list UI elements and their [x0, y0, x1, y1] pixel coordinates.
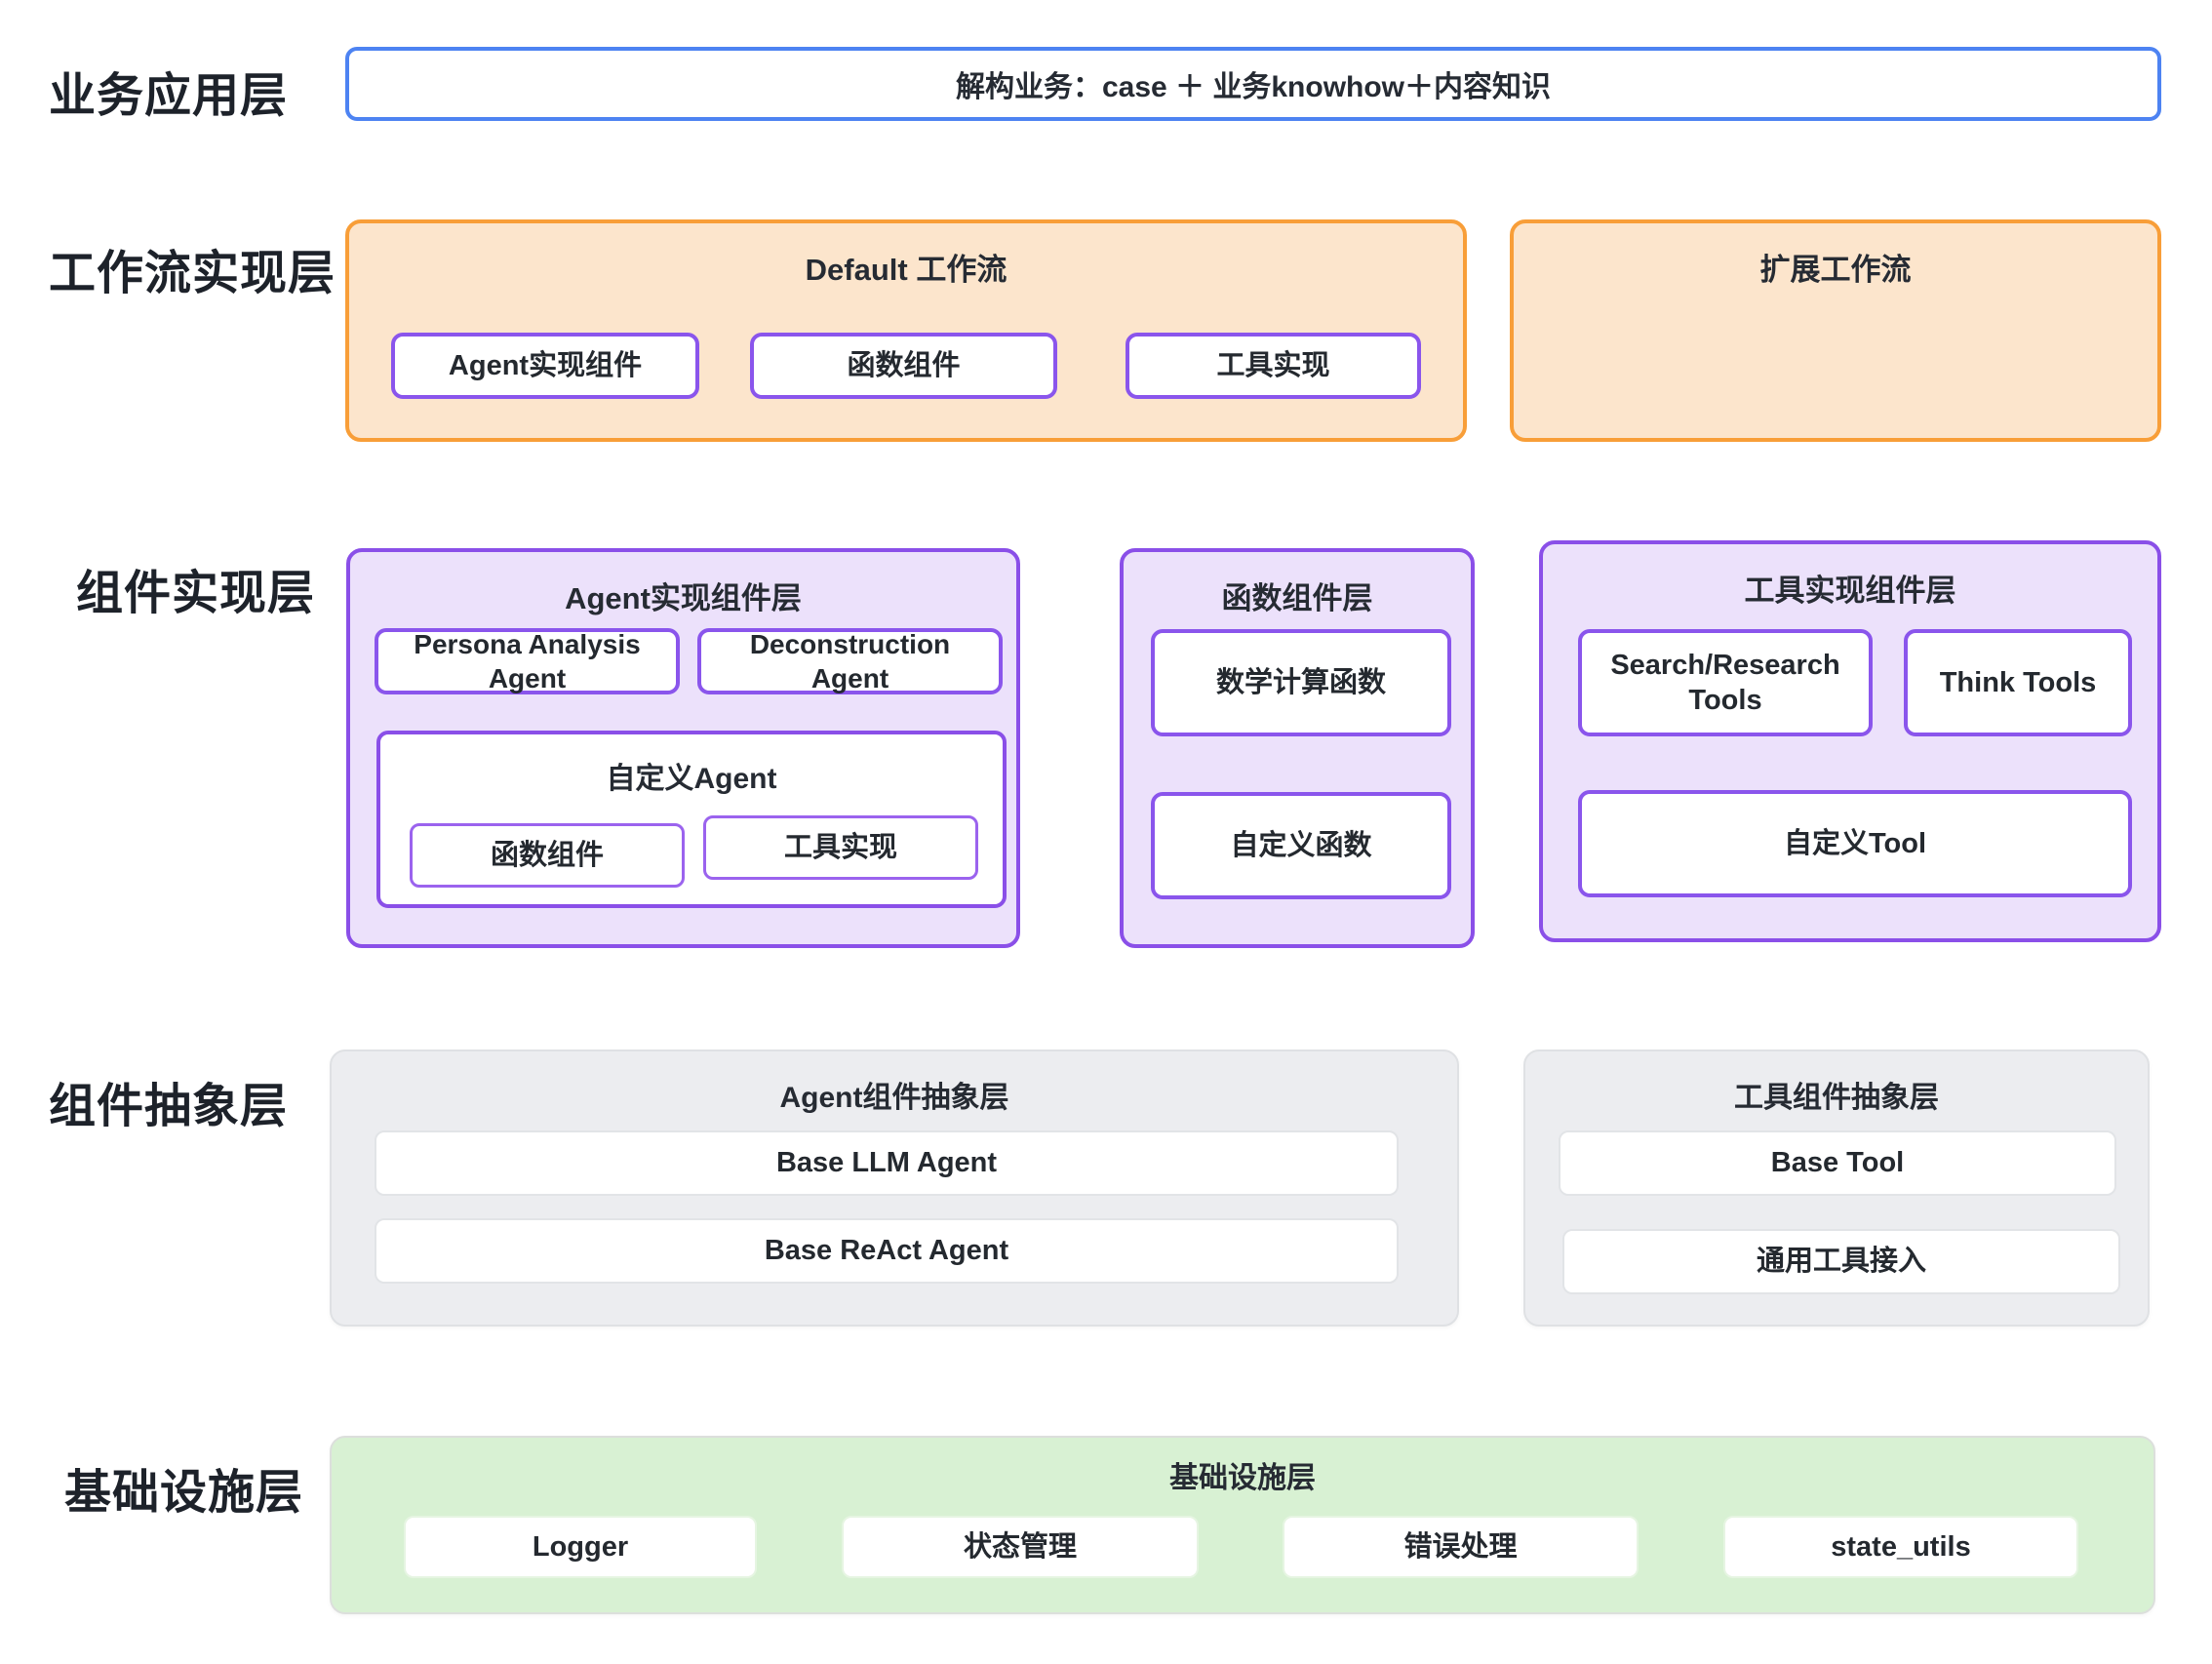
business-box: 解构业务：case ＋ 业务knowhow＋内容知识 — [345, 47, 2161, 121]
tool-impl-layer-box: 工具实现组件层 Search/Research Tools Think Tool… — [1539, 540, 2161, 942]
layer-label-component-impl: 组件实现层 — [76, 554, 315, 622]
node-think-tools: Think Tools — [1904, 629, 2132, 736]
node-custom-function: 自定义函数 — [1151, 792, 1451, 899]
node-custom-tool: 自定义Tool — [1578, 790, 2132, 897]
node-persona-analysis-agent: Persona Analysis Agent — [375, 628, 680, 694]
layer-label-infrastructure: 基础设施层 — [64, 1453, 303, 1522]
node-custom-agent-tool-impl: 工具实现 — [703, 815, 978, 880]
extended-workflow-box: 扩展工作流 — [1510, 219, 2161, 442]
agent-impl-layer-title: Agent实现组件层 — [350, 574, 1016, 617]
tool-impl-layer-title: 工具实现组件层 — [1543, 566, 2157, 610]
node-state-management: 状态管理 — [842, 1516, 1199, 1578]
node-error-handling: 错误处理 — [1283, 1516, 1639, 1578]
infrastructure-title: 基础设施层 — [332, 1453, 2153, 1496]
node-state-utils: state_utils — [1723, 1516, 2078, 1578]
node-base-tool: Base Tool — [1559, 1130, 2116, 1196]
node-custom-agent-function-component: 函数组件 — [410, 823, 685, 888]
agent-abstract-box: Agent组件抽象层 Base LLM Agent Base ReAct Age… — [330, 1050, 1459, 1327]
node-deconstruction-agent: Deconstruction Agent — [697, 628, 1003, 694]
infrastructure-box: 基础设施层 Logger 状态管理 错误处理 state_utils — [330, 1436, 2155, 1614]
node-function-component: 函数组件 — [750, 333, 1057, 399]
node-logger: Logger — [404, 1516, 757, 1578]
default-workflow-title: Default 工作流 — [349, 245, 1463, 289]
custom-agent-box: 自定义Agent 函数组件 工具实现 — [376, 731, 1007, 908]
node-base-llm-agent: Base LLM Agent — [375, 1130, 1399, 1196]
function-layer-title: 函数组件层 — [1124, 574, 1471, 617]
node-agent-impl-component: Agent实现组件 — [391, 333, 699, 399]
agent-impl-layer-box: Agent实现组件层 Persona Analysis Agent Decons… — [346, 548, 1020, 948]
node-search-research-tools: Search/Research Tools — [1578, 629, 1873, 736]
architecture-diagram: 业务应用层 解构业务：case ＋ 业务knowhow＋内容知识 工作流实现层 … — [0, 0, 2212, 1664]
agent-abstract-title: Agent组件抽象层 — [332, 1073, 1457, 1116]
node-tool-impl: 工具实现 — [1126, 333, 1421, 399]
layer-label-component-abstract: 组件抽象层 — [49, 1067, 288, 1135]
node-base-react-agent: Base ReAct Agent — [375, 1218, 1399, 1284]
custom-agent-title: 自定义Agent — [380, 754, 1003, 797]
layer-label-workflow: 工作流实现层 — [49, 234, 336, 302]
node-math-function: 数学计算函数 — [1151, 629, 1451, 736]
tool-abstract-box: 工具组件抽象层 Base Tool 通用工具接入 — [1523, 1050, 2150, 1327]
function-layer-box: 函数组件层 数学计算函数 自定义函数 — [1120, 548, 1475, 948]
layer-label-business: 业务应用层 — [49, 57, 288, 125]
tool-abstract-title: 工具组件抽象层 — [1525, 1073, 2148, 1116]
node-universal-tool-access: 通用工具接入 — [1562, 1229, 2120, 1294]
business-box-text: 解构业务：case ＋ 业务knowhow＋内容知识 — [956, 62, 1551, 105]
extended-workflow-title: 扩展工作流 — [1514, 245, 2157, 289]
default-workflow-box: Default 工作流 Agent实现组件 函数组件 工具实现 — [345, 219, 1467, 442]
